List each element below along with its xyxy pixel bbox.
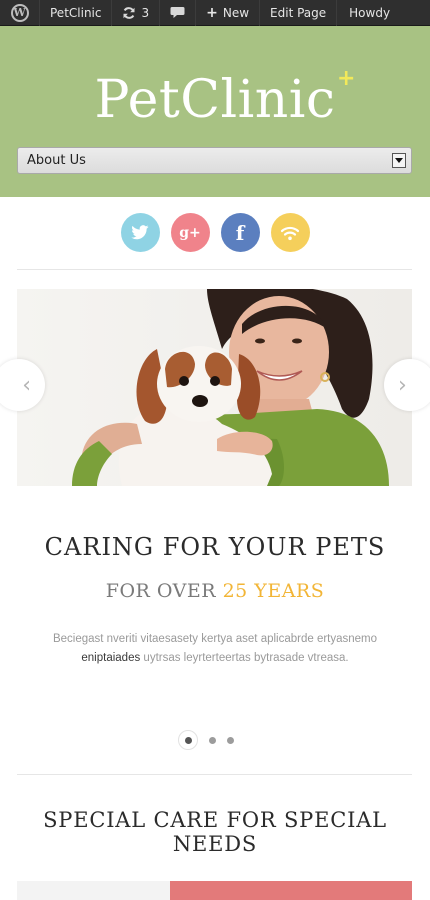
twitter-icon <box>131 225 149 240</box>
slide-subtitle-accent: 25 YEARS <box>222 580 325 602</box>
admin-bar: W PetClinic 3 + New Edit Page Howdy <box>0 0 430 26</box>
wordpress-logo-icon: W <box>10 3 29 22</box>
updates-count: 3 <box>141 5 150 20</box>
slider-dot-2[interactable] <box>209 736 216 744</box>
divider <box>17 774 412 775</box>
slide-image <box>17 289 412 486</box>
section-title: SPECIAL CARE FOR SPECIAL NEEDS <box>43 808 387 856</box>
twitter-button[interactable] <box>120 213 160 252</box>
service-banner <box>170 881 412 900</box>
slide-title: CARING FOR YOUR PETS <box>44 533 386 561</box>
service-image <box>17 881 170 900</box>
slide-subtitle-prefix: FOR OVER <box>105 580 217 602</box>
slider-dot-3[interactable] <box>227 736 234 744</box>
facebook-button[interactable]: f <box>220 213 260 252</box>
logo-plus-mark: + <box>337 66 356 91</box>
social-links: g+ f <box>0 213 430 253</box>
wordpress-menu[interactable]: W <box>0 0 40 26</box>
updates-link[interactable]: 3 <box>112 0 161 26</box>
slide-text-strong: eniptaiades <box>81 652 141 664</box>
howdy-account-menu[interactable]: Howdy <box>337 0 400 26</box>
slider-dot-1[interactable] <box>178 730 198 750</box>
slider-pagination <box>178 730 234 750</box>
chevron-right-icon: › <box>398 372 407 398</box>
new-content-menu[interactable]: + New <box>196 0 261 26</box>
slider-next-button[interactable]: › <box>384 359 430 411</box>
facebook-icon: f <box>235 220 245 245</box>
new-label: New <box>222 5 250 20</box>
slide-description: Beciegast nveriti vitaesasety kertya ase… <box>40 630 390 668</box>
site-name-link[interactable]: PetClinic <box>40 0 113 26</box>
navigation-select[interactable]: About Us <box>17 147 412 174</box>
plus-icon: + <box>206 4 218 21</box>
google-plus-icon: g+ <box>179 224 201 241</box>
slide-text-part1: Beciegast nveriti vitaesasety kertya ase… <box>52 633 378 645</box>
refresh-icon <box>123 6 135 19</box>
slide-subtitle: FOR OVER 25 YEARS <box>0 580 430 602</box>
site-logo[interactable]: PetClinic <box>0 70 430 130</box>
site-header: PetClinic + About Us <box>0 26 430 197</box>
navigation-select-value: About Us <box>27 153 86 168</box>
rss-icon <box>280 226 300 240</box>
comment-bubble-icon <box>170 7 185 18</box>
slide-text-part2: uytrsas leyrterteertas bytrasade vtreasa… <box>143 652 349 664</box>
rss-button[interactable] <box>270 213 310 252</box>
comments-link[interactable] <box>160 0 197 26</box>
edit-page-link[interactable]: Edit Page <box>260 0 338 26</box>
dropdown-arrow-icon[interactable] <box>392 153 406 168</box>
google-plus-button[interactable]: g+ <box>170 213 210 252</box>
chevron-left-icon: ‹ <box>22 372 31 398</box>
divider <box>17 269 412 270</box>
